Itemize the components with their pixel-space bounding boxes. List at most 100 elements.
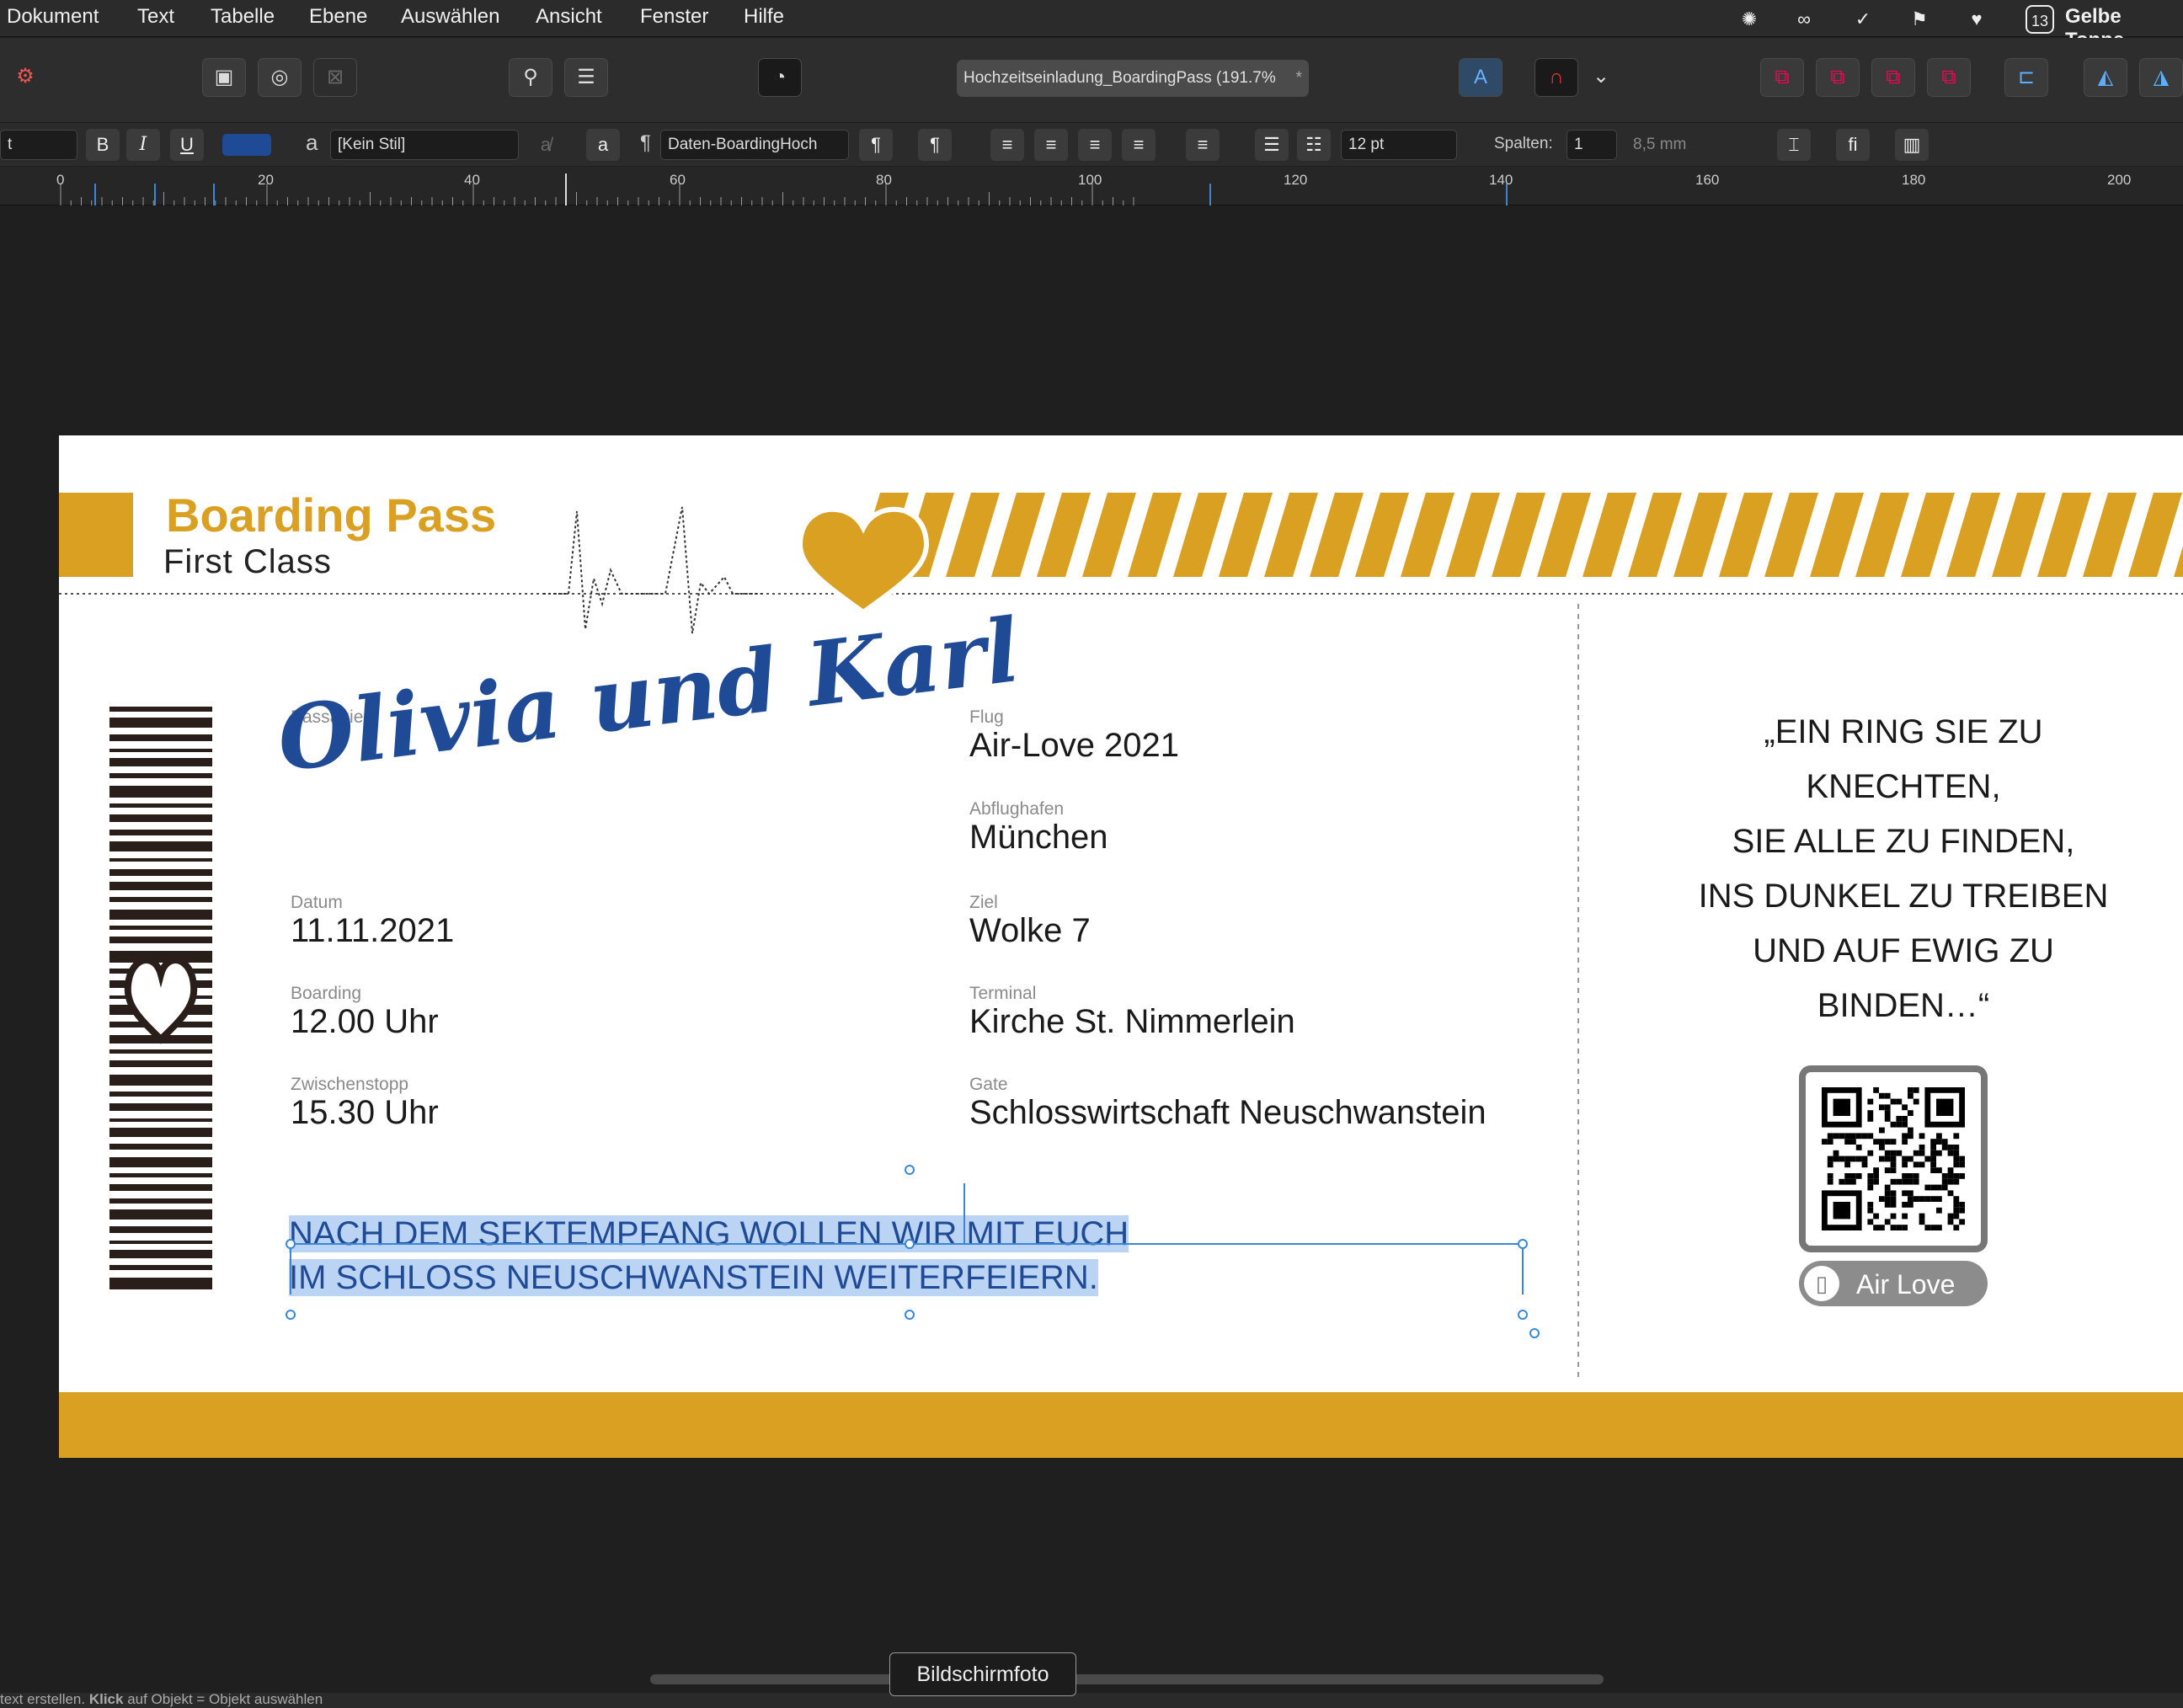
align-text-center-icon[interactable]: ≡	[1034, 129, 1068, 161]
menu-text[interactable]: Text	[137, 5, 174, 29]
boarding-pass-page[interactable]: Boarding Pass First Class Passagiere Oli…	[59, 435, 2183, 1458]
horizontal-ruler[interactable]: 0 20 40 60 80 100 120 140 160 180 200	[0, 167, 2183, 205]
align-text-left-icon[interactable]: ≡	[990, 129, 1024, 161]
resize-handle-tl[interactable]	[286, 1239, 296, 1249]
columns-field[interactable]: 1	[1567, 130, 1617, 160]
text-color-swatch[interactable]	[222, 134, 271, 156]
menu-dokument[interactable]: Dokument	[7, 5, 99, 29]
status-hint: text erstellen. Klick auf Objekt = Objek…	[0, 1691, 323, 1708]
arrange-front-icon[interactable]: ⧉	[1927, 58, 1971, 97]
stopover-label: Zwischenstopp	[291, 1075, 409, 1094]
resize-handle-t[interactable]	[905, 1239, 915, 1249]
arrange-backward-icon[interactable]: ⧉	[1816, 58, 1860, 97]
character-style-dropdown[interactable]: [Kein Stil]	[330, 130, 519, 160]
menu-fenster[interactable]: Fenster	[640, 5, 708, 29]
align-left-icon[interactable]: ⊏	[2004, 58, 2048, 97]
checkmark-circle-icon[interactable]: ✓	[1849, 5, 1877, 34]
paragraph-options-icon[interactable]: ¶	[859, 129, 893, 161]
clear-style-icon: a̸	[540, 134, 552, 155]
frame-icon[interactable]: ◎	[258, 58, 302, 97]
heart-notification-icon[interactable]: ♥	[1962, 5, 1991, 34]
font-size-field[interactable]: 12 pt	[1341, 130, 1457, 160]
qr-code-frame[interactable]	[1799, 1065, 1988, 1252]
gate-value[interactable]: Schlosswirtschaft Neuschwanstein	[969, 1094, 1486, 1132]
text-frame-icon[interactable]: A	[1459, 58, 1502, 97]
flip-horizontal-icon[interactable]: ◭	[2084, 58, 2127, 97]
modified-icon: *	[1295, 69, 1302, 87]
font-family-field[interactable]: t	[0, 130, 77, 160]
page-icon[interactable]: ▣	[202, 58, 246, 97]
text-statistics-icon[interactable]: ▥	[1895, 129, 1929, 161]
app-window: Dokument Text Tabelle Ebene Auswählen An…	[0, 0, 2183, 1708]
text-frame-properties-icon[interactable]: ⌶	[1777, 129, 1811, 161]
header-stripes	[855, 493, 2183, 577]
character-style-button[interactable]: a	[586, 129, 620, 161]
resize-handle-tr[interactable]	[1518, 1239, 1528, 1249]
ruler-label: 100	[1078, 172, 1102, 188]
justify-text-icon[interactable]: ≡	[1122, 129, 1156, 161]
status-hint-bold: Klick	[88, 1691, 124, 1707]
snapping-dropdown-icon[interactable]: ⌄	[1592, 58, 1610, 97]
date-value[interactable]: 11.11.2021	[291, 912, 454, 950]
flight-value[interactable]: Air-Love 2021	[969, 727, 1179, 765]
gutter-field[interactable]: 8,5 mm	[1625, 130, 1740, 160]
barcode-graphic	[109, 707, 212, 1289]
ruler-label: 80	[876, 172, 892, 188]
settings-gear-icon[interactable]: ⚙	[3, 58, 47, 97]
stopover-value[interactable]: 15.30 Uhr	[291, 1094, 439, 1132]
resize-handle-b[interactable]	[905, 1310, 915, 1320]
menu-auswaehlen[interactable]: Auswählen	[401, 5, 499, 29]
menu-hilfe[interactable]: Hilfe	[744, 5, 784, 29]
arrange-forward-icon[interactable]: ⧉	[1871, 58, 1915, 97]
flight-label: Flug	[969, 707, 1004, 727]
ruler-label: 40	[464, 172, 480, 188]
ruler-label: 180	[1902, 172, 1926, 188]
numbered-list-icon[interactable]: ☷	[1297, 129, 1331, 161]
resize-handle-bl[interactable]	[286, 1310, 296, 1320]
snapping-magnet-icon[interactable]: ∩	[1535, 58, 1578, 97]
qr-caption-pill[interactable]: ▯ Air Love	[1799, 1261, 1988, 1306]
bold-button[interactable]: B	[86, 129, 120, 161]
ruler-label: 160	[1695, 172, 1720, 188]
text-overflow-handle[interactable]	[1529, 1328, 1540, 1338]
bullet-list-icon[interactable]: ☰	[1255, 129, 1289, 161]
ligatures-button[interactable]: fi	[1836, 129, 1870, 161]
text-wrap-icon[interactable]: ☰	[564, 58, 608, 97]
italic-button[interactable]: I	[126, 129, 160, 161]
vertical-align-icon[interactable]: ≡	[1186, 129, 1220, 161]
terminal-value[interactable]: Kirche St. Nimmerlein	[969, 1003, 1295, 1041]
paragraph-button[interactable]: ¶	[918, 129, 952, 161]
document-tab[interactable]: Hochzeitseinladung_BoardingPass (191.7% …	[957, 60, 1309, 97]
menu-ebene[interactable]: Ebene	[309, 5, 367, 29]
flag-icon[interactable]: ⚑	[1905, 5, 1934, 34]
context-toolbar: t B I U a [Kein Stil] a̸ a ¶ Daten-Board…	[0, 122, 2183, 166]
calendar-icon[interactable]: 13	[2026, 5, 2054, 34]
menu-tabelle[interactable]: Tabelle	[211, 5, 275, 29]
terminal-label: Terminal	[969, 984, 1037, 1003]
quote-line: INS DUNKEL ZU TREIBEN	[1698, 878, 2109, 915]
status-bar: text erstellen. Klick auf Objekt = Objek…	[0, 1691, 2183, 1708]
arrange-back-icon[interactable]: ⧉	[1760, 58, 1804, 97]
openai-icon[interactable]: ✺	[1735, 5, 1764, 34]
gate-label: Gate	[969, 1075, 1008, 1094]
pin-icon[interactable]: ⚲	[509, 58, 552, 97]
quote-text[interactable]: „EIN RING SIE ZU KNECHTEN, SIE ALLE ZU F…	[1617, 705, 2183, 1033]
status-hint-prefix: text erstellen.	[0, 1691, 89, 1707]
boarding-value[interactable]: 12.00 Uhr	[291, 1003, 439, 1041]
header-graphics	[59, 493, 2183, 634]
underline-button[interactable]: U	[170, 129, 204, 161]
paragraph-style-icon: ¶	[640, 131, 651, 154]
paragraph-style-dropdown[interactable]: Daten-BoardingHoch	[660, 130, 849, 160]
resize-handle-br[interactable]	[1518, 1310, 1528, 1320]
horizontal-scrollbar[interactable]	[650, 1674, 1604, 1684]
align-text-right-icon[interactable]: ≡	[1078, 129, 1112, 161]
quote-line: BINDEN…“	[1817, 987, 1990, 1024]
rotate-handle[interactable]	[905, 1165, 915, 1175]
preview-mode-icon[interactable]: ◔	[758, 58, 802, 97]
destination-value[interactable]: Wolke 7	[969, 912, 1091, 950]
creative-cloud-icon[interactable]: ∞	[1790, 5, 1818, 34]
departure-airport-value[interactable]: München	[969, 819, 1108, 857]
quote-line: SIE ALLE ZU FINDEN,	[1732, 823, 2075, 860]
flip-vertical-icon[interactable]: ◮	[2139, 58, 2183, 97]
menu-ansicht[interactable]: Ansicht	[536, 5, 602, 29]
